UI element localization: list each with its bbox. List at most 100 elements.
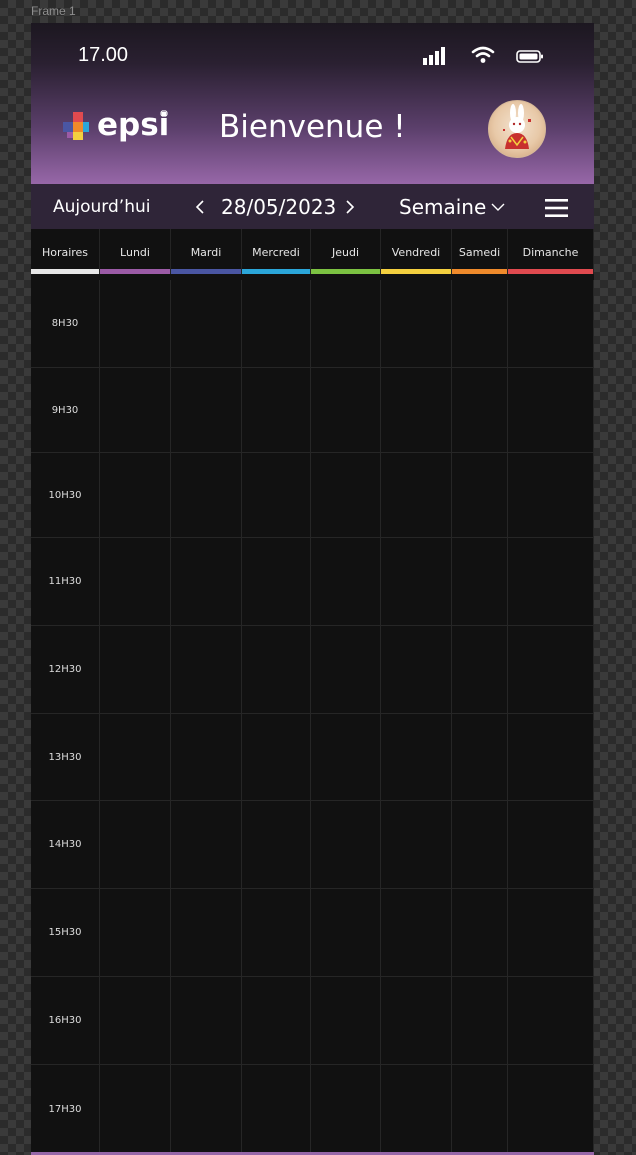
- schedule-cell-mercredi[interactable]: [242, 889, 311, 976]
- schedule-cell-mardi[interactable]: [171, 801, 242, 888]
- schedule-cell-jeudi[interactable]: [311, 626, 381, 713]
- schedule-cell-mardi[interactable]: [171, 280, 242, 367]
- schedule-cell-lundi[interactable]: [100, 714, 171, 800]
- day-header-vendredi[interactable]: Vendredi: [381, 229, 452, 274]
- schedule-cell-jeudi[interactable]: [311, 368, 381, 452]
- schedule-cell-jeudi[interactable]: [311, 280, 381, 367]
- schedule-cell-jeudi[interactable]: [311, 977, 381, 1064]
- schedule-cell-samedi[interactable]: [452, 538, 508, 625]
- view-select[interactable]: Semaine: [399, 195, 486, 219]
- schedule-cell-jeudi[interactable]: [311, 1065, 381, 1154]
- day-header-jeudi[interactable]: Jeudi: [311, 229, 381, 274]
- day-color-bar: [381, 269, 451, 274]
- schedule-cell-dimanche[interactable]: [508, 714, 594, 800]
- schedule-cell-jeudi[interactable]: [311, 714, 381, 800]
- hamburger-menu-icon[interactable]: [545, 199, 568, 217]
- schedule-cell-dimanche[interactable]: [508, 977, 594, 1064]
- schedule-cell-lundi[interactable]: [100, 280, 171, 367]
- day-header-mercredi[interactable]: Mercredi: [242, 229, 311, 274]
- day-header-label: Horaires: [41, 246, 89, 259]
- schedule-cell-vendredi[interactable]: [381, 453, 452, 537]
- chevron-down-icon[interactable]: [491, 202, 505, 212]
- today-button[interactable]: Aujourd’hui: [53, 197, 150, 217]
- schedule-cell-jeudi[interactable]: [311, 538, 381, 625]
- phone-screen: 17.00 epsi ® Bienvenue ! Aujourd’hui 28/…: [31, 23, 594, 1155]
- time-slot-row: 8H30: [31, 280, 594, 368]
- schedule-cell-dimanche[interactable]: [508, 280, 594, 367]
- schedule-cell-samedi[interactable]: [452, 453, 508, 537]
- schedule-cell-mercredi[interactable]: [242, 714, 311, 800]
- schedule-cell-vendredi[interactable]: [381, 977, 452, 1064]
- schedule-cell-mercredi[interactable]: [242, 368, 311, 452]
- schedule-cell-samedi[interactable]: [452, 280, 508, 367]
- time-slot-label: 11H30: [31, 538, 100, 625]
- schedule-cell-mercredi[interactable]: [242, 453, 311, 537]
- chevron-left-icon[interactable]: [195, 199, 205, 215]
- schedule-cell-dimanche[interactable]: [508, 453, 594, 537]
- schedule-cell-mercredi[interactable]: [242, 977, 311, 1064]
- schedule-cell-vendredi[interactable]: [381, 889, 452, 976]
- schedule-cell-vendredi[interactable]: [381, 1065, 452, 1154]
- schedule-cell-samedi[interactable]: [452, 801, 508, 888]
- time-slot-label: 15H30: [31, 889, 100, 976]
- schedule-cell-samedi[interactable]: [452, 977, 508, 1064]
- schedule-cell-mardi[interactable]: [171, 453, 242, 537]
- schedule-cell-lundi[interactable]: [100, 453, 171, 537]
- schedule-cell-jeudi[interactable]: [311, 453, 381, 537]
- schedule-cell-samedi[interactable]: [452, 714, 508, 800]
- schedule-cell-samedi[interactable]: [452, 889, 508, 976]
- schedule-cell-mercredi[interactable]: [242, 626, 311, 713]
- schedule-cell-mercredi[interactable]: [242, 801, 311, 888]
- day-color-bar: [31, 269, 99, 274]
- signal-icon: [423, 47, 445, 65]
- day-header-lundi[interactable]: Lundi: [100, 229, 171, 274]
- schedule-cell-mercredi[interactable]: [242, 280, 311, 367]
- schedule-cell-mardi[interactable]: [171, 977, 242, 1064]
- schedule-cell-dimanche[interactable]: [508, 889, 594, 976]
- schedule-cell-mardi[interactable]: [171, 889, 242, 976]
- schedule-cell-mardi[interactable]: [171, 714, 242, 800]
- schedule-cell-vendredi[interactable]: [381, 538, 452, 625]
- schedule-cell-dimanche[interactable]: [508, 626, 594, 713]
- day-header-label: Samedi: [458, 246, 501, 259]
- schedule-cell-dimanche[interactable]: [508, 538, 594, 625]
- schedule-cell-mardi[interactable]: [171, 1065, 242, 1154]
- day-color-bar: [171, 269, 241, 274]
- schedule-cell-lundi[interactable]: [100, 626, 171, 713]
- schedule-cell-mercredi[interactable]: [242, 1065, 311, 1154]
- schedule-cell-mardi[interactable]: [171, 626, 242, 713]
- chevron-right-icon[interactable]: [345, 199, 355, 215]
- schedule-cell-jeudi[interactable]: [311, 889, 381, 976]
- schedule-cell-dimanche[interactable]: [508, 368, 594, 452]
- day-color-bar: [452, 269, 507, 274]
- schedule-cell-lundi[interactable]: [100, 538, 171, 625]
- schedule-cell-lundi[interactable]: [100, 977, 171, 1064]
- welcome-title: Bienvenue !: [219, 109, 406, 145]
- day-header-samedi[interactable]: Samedi: [452, 229, 508, 274]
- schedule-cell-mardi[interactable]: [171, 368, 242, 452]
- schedule-cell-vendredi[interactable]: [381, 626, 452, 713]
- time-slot-row: 17H30: [31, 1065, 594, 1155]
- schedule-cell-lundi[interactable]: [100, 889, 171, 976]
- schedule-cell-dimanche[interactable]: [508, 1065, 594, 1154]
- schedule-cell-lundi[interactable]: [100, 368, 171, 452]
- schedule-cell-lundi[interactable]: [100, 1065, 171, 1154]
- time-column-header: Horaires: [31, 229, 100, 274]
- schedule-cell-vendredi[interactable]: [381, 714, 452, 800]
- schedule-cell-vendredi[interactable]: [381, 368, 452, 452]
- schedule-cell-jeudi[interactable]: [311, 801, 381, 888]
- schedule-cell-dimanche[interactable]: [508, 801, 594, 888]
- schedule-cell-lundi[interactable]: [100, 801, 171, 888]
- schedule-grid: 8H30 9H30 10H30 11H30 12H30 13H30 14H30 15H30 16…: [31, 280, 594, 1155]
- schedule-cell-vendredi[interactable]: [381, 801, 452, 888]
- schedule-cell-samedi[interactable]: [452, 368, 508, 452]
- avatar[interactable]: [488, 100, 546, 158]
- day-header-mardi[interactable]: Mardi: [171, 229, 242, 274]
- schedule-cell-samedi[interactable]: [452, 1065, 508, 1154]
- schedule-cell-mercredi[interactable]: [242, 538, 311, 625]
- schedule-cell-samedi[interactable]: [452, 626, 508, 713]
- day-header-dimanche[interactable]: Dimanche: [508, 229, 594, 274]
- schedule-cell-mardi[interactable]: [171, 538, 242, 625]
- schedule-cell-vendredi[interactable]: [381, 280, 452, 367]
- rabbit-avatar-icon: [503, 104, 531, 149]
